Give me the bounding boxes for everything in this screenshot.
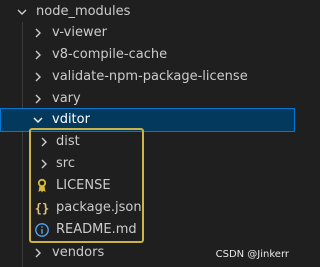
tree-item-v8-compile-cache[interactable]: v8-compile-cache: [0, 44, 295, 66]
json-braces-icon: {}: [34, 200, 50, 216]
tree-item-package-json[interactable]: {} package.json: [0, 197, 295, 219]
tree-item-readme[interactable]: README.md: [0, 219, 295, 241]
tree-item-label: vendors: [52, 245, 105, 260]
chevron-right-icon: [30, 91, 46, 107]
chevron-down-icon: [30, 112, 46, 128]
explorer-tree: node_modules v-viewer v8-compile-cache v…: [0, 0, 295, 267]
chevron-right-icon: [36, 134, 52, 150]
license-icon: [34, 178, 50, 194]
tree-item-label: node_modules: [36, 4, 131, 19]
chevron-right-icon: [36, 156, 52, 172]
tree-item-dist[interactable]: dist: [0, 131, 295, 153]
tree-item-label: README.md: [56, 222, 137, 237]
tree-item-label: vditor: [52, 112, 90, 127]
tree-item-node-modules[interactable]: node_modules: [0, 1, 295, 23]
tree-item-label: v-viewer: [52, 25, 107, 40]
tree-item-label: package.json: [56, 200, 142, 215]
chevron-down-icon: [14, 4, 30, 20]
tree-item-label: validate-npm-package-license: [52, 69, 248, 84]
tree-item-v-viewer[interactable]: v-viewer: [0, 22, 295, 44]
tree-item-label: src: [56, 156, 75, 171]
tree-item-validate-npm-package-license[interactable]: validate-npm-package-license: [0, 66, 295, 88]
svg-text:{}: {}: [35, 202, 49, 216]
tree-item-vditor[interactable]: vditor: [0, 108, 295, 132]
tree-item-label: vary: [52, 91, 81, 106]
chevron-right-icon: [30, 245, 46, 261]
tree-item-license[interactable]: LICENSE: [0, 175, 295, 197]
tree-item-vary[interactable]: vary: [0, 88, 295, 110]
tree-item-label: v8-compile-cache: [52, 47, 168, 62]
tree-item-src[interactable]: src: [0, 153, 295, 175]
chevron-right-icon: [30, 47, 46, 63]
info-icon: [34, 222, 50, 238]
tree-item-label: dist: [56, 134, 80, 149]
watermark: CSDN @Jinkerr: [215, 249, 289, 260]
chevron-right-icon: [30, 25, 46, 41]
chevron-right-icon: [30, 69, 46, 85]
tree-item-label: LICENSE: [56, 178, 111, 193]
